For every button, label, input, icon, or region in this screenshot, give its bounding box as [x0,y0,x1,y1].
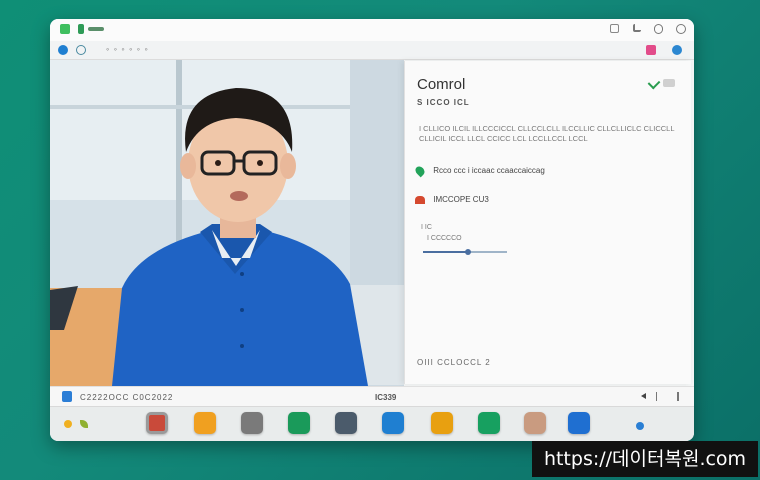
watermark: https://데이터복원.com [532,441,758,477]
text-editor-icon[interactable] [241,412,263,434]
notes-icon[interactable] [431,412,453,434]
meet-icon [78,24,84,34]
share-icon[interactable] [633,24,641,32]
files-icon[interactable] [194,412,216,434]
option-row-1[interactable]: Rcco ccc i iccaac ccaaccaiccag [413,164,545,178]
check-icon[interactable] [647,76,661,90]
panel-description: I CLLICO ILCIL ILLCCCICCL CLLCCLCLL ILCC… [419,124,675,143]
separator-icon [656,392,657,401]
lock-icon[interactable] [654,24,663,34]
app-window: ◦ ◦ ◦ ◦ ◦ ◦ Comrol S ICCO ICL I CLLICO I… [50,19,694,441]
help-icon[interactable] [676,24,686,34]
slider-fill [423,251,469,253]
option-row-2[interactable]: IMCCOPE CU3 [415,195,489,204]
home-icon[interactable] [58,45,68,55]
minimize-icon[interactable] [663,79,675,87]
status-left-text: C2222OCC C0C2022 [80,393,174,402]
address-text[interactable]: ◦ ◦ ◦ ◦ ◦ ◦ [106,44,149,54]
control-panel: Comrol S ICCO ICL I CLLICO ILCIL ILLCCCI… [404,61,691,384]
slider-knob[interactable] [465,249,471,255]
video-scene [50,60,404,386]
slider-value-label: I CCCCCO [427,235,462,242]
status-app-icon[interactable] [62,391,72,402]
option-2-label: IMCCOPE CU3 [433,195,489,204]
chat-icon[interactable] [672,45,682,55]
panel-subtitle: S ICCO ICL [417,98,470,107]
title-bar [50,19,694,42]
slider-label: I IC [421,224,432,231]
leaf-icon[interactable] [80,420,88,428]
check-green-icon [413,164,427,178]
sheets-icon[interactable] [288,412,310,434]
terminal-icon[interactable] [146,412,168,434]
toolbar: ◦ ◦ ◦ ◦ ◦ ◦ [50,41,694,60]
more-icon[interactable] [677,392,679,401]
sun-icon[interactable] [64,420,72,428]
volume-slider[interactable] [423,249,507,255]
avatar-icon[interactable] [524,412,546,434]
status-center-text: IC339 [375,393,397,402]
settings-icon[interactable] [568,412,590,434]
app-logo-icon [60,24,70,34]
record-icon[interactable] [646,45,656,55]
dock [50,406,694,441]
mail-icon[interactable] [382,412,404,434]
settings-icon[interactable] [76,45,86,55]
status-bar: C2222OCC C0C2022 IC339 [50,386,694,407]
panel-title: Comrol [417,76,466,93]
option-1-label: Rcco ccc i iccaac ccaaccaiccag [433,166,545,175]
people-icon[interactable] [335,412,357,434]
app-name-icon [88,27,104,31]
cursor-icon[interactable] [636,393,646,399]
panel-footer: OIII CCLOCCL 2 [417,358,491,367]
video-feed [50,60,404,386]
copy-icon[interactable] [610,24,619,33]
camera-icon [415,195,425,204]
notification-dot-icon[interactable] [636,422,644,430]
chart-icon[interactable] [478,412,500,434]
